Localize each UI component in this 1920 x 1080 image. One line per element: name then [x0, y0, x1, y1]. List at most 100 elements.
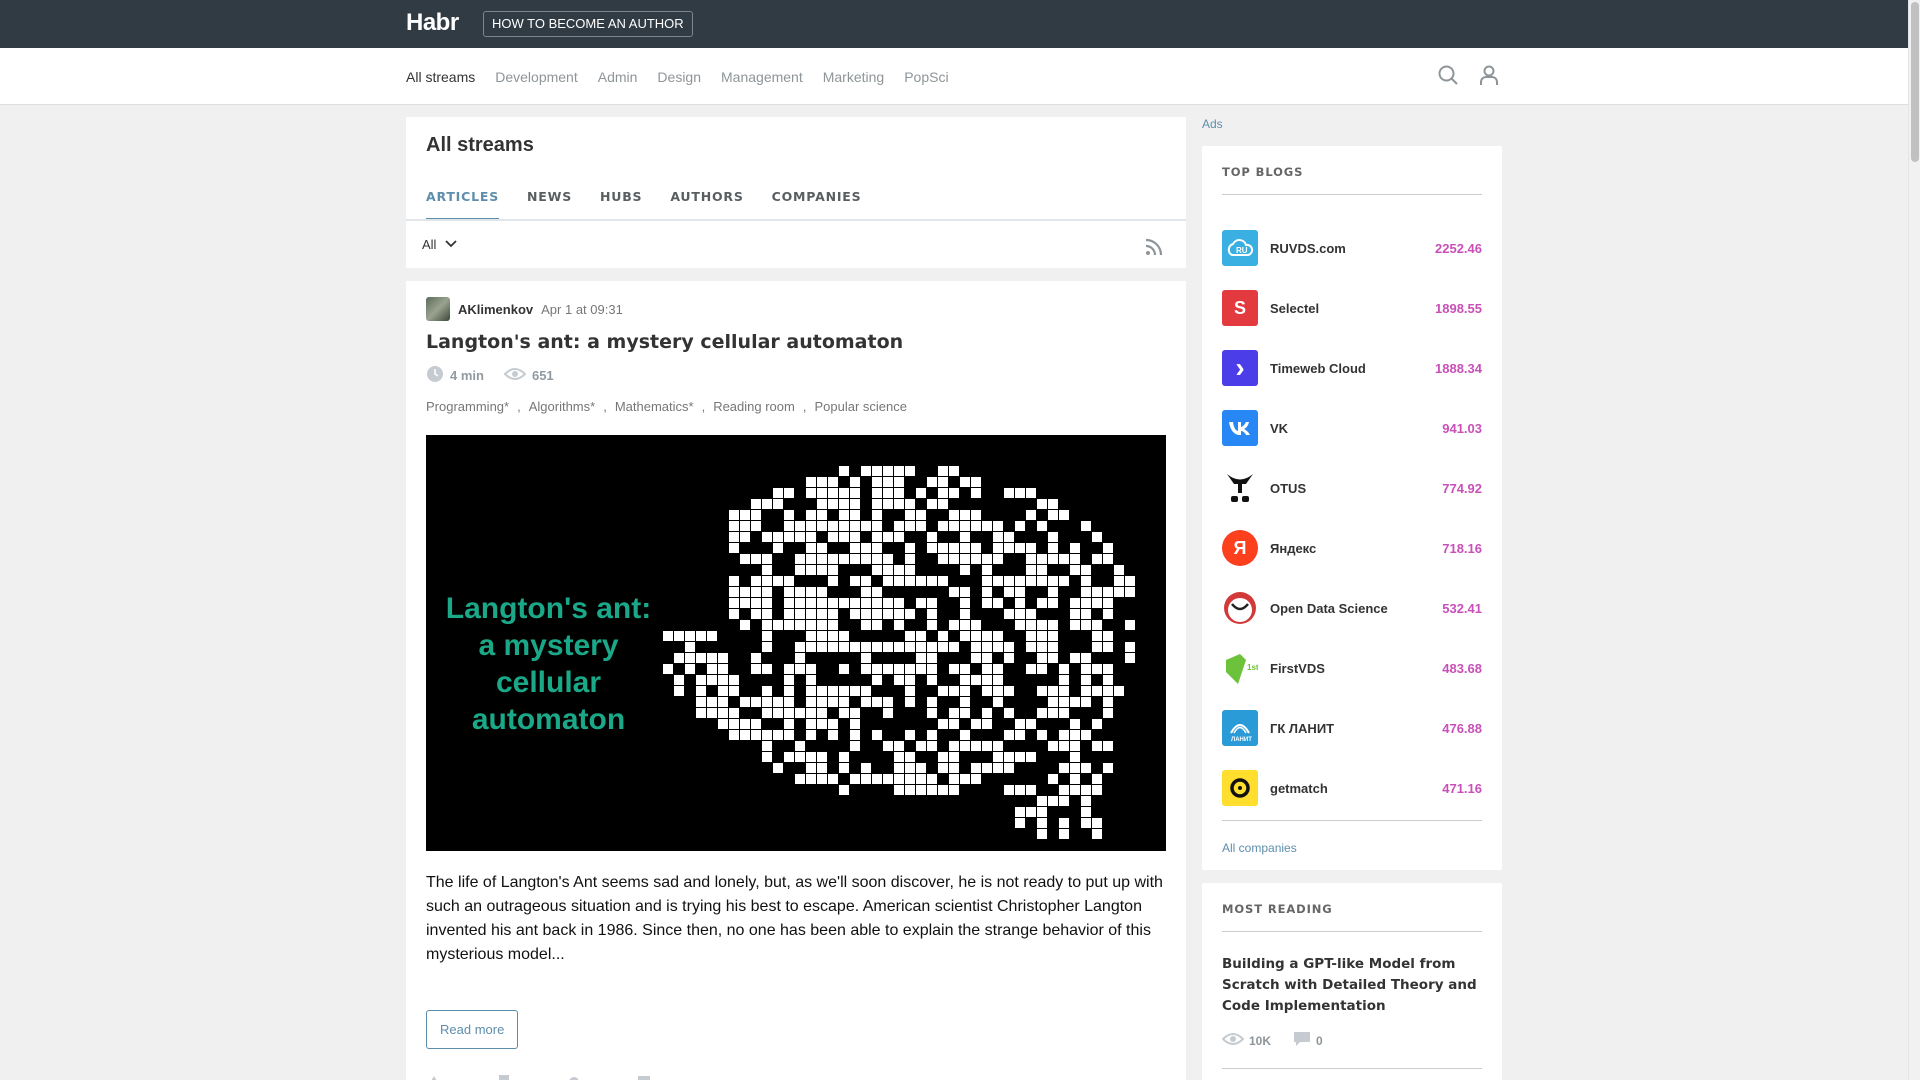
most-reading-stats: 10K 0: [1221, 1031, 1323, 1050]
company-name[interactable]: ГК ЛАНИТ: [1270, 721, 1442, 736]
nav-item-popsci[interactable]: PopSci: [904, 69, 948, 85]
become-author-button[interactable]: HOW TO BECOME AN AUTHOR: [483, 11, 693, 37]
tab-articles[interactable]: ARTICLES: [426, 189, 499, 220]
company-name[interactable]: Яндекс: [1270, 541, 1442, 556]
top-blogs-list: RU RUVDS.com 2252.46 S Selectel 1898.55 › Timew…: [1222, 218, 1482, 818]
svg-text:1st: 1st: [1247, 663, 1258, 672]
article-footer: [426, 1074, 652, 1080]
company-name[interactable]: getmatch: [1270, 781, 1442, 796]
divider: [1222, 194, 1482, 195]
company-name[interactable]: Open Data Science: [1270, 601, 1442, 616]
article-excerpt: The life of Langton's Ant seems sad and …: [426, 874, 1163, 963]
article-stats: 4 min 651: [426, 365, 554, 386]
company-name[interactable]: RUVDS.com: [1270, 241, 1435, 256]
views: 651: [503, 366, 554, 385]
read-time: 4 min: [426, 365, 484, 386]
company-logo-icon: [1222, 590, 1258, 626]
ads-label[interactable]: Ads: [1202, 117, 1223, 131]
nav-item-admin[interactable]: Admin: [598, 69, 638, 85]
company-name[interactable]: Selectel: [1270, 301, 1435, 316]
company-logo-icon: S: [1222, 290, 1258, 326]
filter-label: All: [422, 237, 437, 252]
eye-icon: [1221, 1031, 1245, 1050]
article-hubs: Programming*, Algorithms*, Mathematics*,…: [426, 399, 907, 414]
share-icon[interactable]: [566, 1074, 582, 1080]
top-blog-item[interactable]: RU RUVDS.com 2252.46: [1222, 218, 1482, 278]
hub-link[interactable]: Reading room: [713, 399, 795, 414]
top-blog-item[interactable]: › Timeweb Cloud 1888.34: [1222, 338, 1482, 398]
nav-streams: All streams Development Admin Design Man…: [406, 48, 949, 105]
hub-link[interactable]: Programming*: [426, 399, 509, 414]
company-rating: 476.88: [1442, 720, 1482, 736]
top-blog-item[interactable]: VK 941.03: [1222, 398, 1482, 458]
company-rating: 483.68: [1442, 660, 1482, 676]
nav-item-marketing[interactable]: Marketing: [823, 69, 884, 85]
user-icon[interactable]: [1477, 63, 1501, 87]
hub-link[interactable]: Popular science: [814, 399, 907, 414]
company-logo-icon: ЛАНИТ: [1222, 710, 1258, 746]
company-rating: 532.41: [1442, 600, 1482, 616]
top-blog-item[interactable]: Open Data Science 532.41: [1222, 578, 1482, 638]
nav-item-development[interactable]: Development: [495, 69, 578, 85]
article-title[interactable]: Langton's ant: a mystery cellular automa…: [426, 331, 903, 353]
article-cover-image[interactable]: Langton's ant: a mystery cellular automaton: [426, 435, 1166, 851]
company-name[interactable]: FirstVDS: [1270, 661, 1442, 676]
divider: [1222, 820, 1482, 821]
hub-link[interactable]: Mathematics*: [615, 399, 694, 414]
tab-news[interactable]: NEWS: [527, 189, 572, 220]
company-name[interactable]: VK: [1270, 421, 1442, 436]
top-blogs-card: TOP BLOGS RU RUVDS.com 2252.46 S Selectel 189…: [1202, 146, 1502, 870]
nav-item-all-streams[interactable]: All streams: [406, 69, 475, 85]
company-logo-icon: RU: [1222, 230, 1258, 266]
search-icon[interactable]: [1436, 63, 1460, 87]
rating-icon[interactable]: [426, 1074, 442, 1080]
most-reading-article-title[interactable]: Building a GPT-like Model from Scratch w…: [1222, 954, 1484, 1017]
company-rating: 941.03: [1442, 420, 1482, 436]
nav-item-design[interactable]: Design: [657, 69, 701, 85]
comments-icon[interactable]: [636, 1074, 652, 1080]
views: 10K: [1221, 1031, 1271, 1050]
top-blog-item[interactable]: getmatch 471.16: [1222, 758, 1482, 818]
article-meta: AKlimenkov Apr 1 at 09:31: [426, 297, 623, 321]
top-blogs-title: TOP BLOGS: [1222, 165, 1304, 179]
top-blog-item[interactable]: OTUS 774.92: [1222, 458, 1482, 518]
top-blog-item[interactable]: ЛАНИТ ГК ЛАНИТ 476.88: [1222, 698, 1482, 758]
top-blog-item[interactable]: 1st FirstVDS 483.68: [1222, 638, 1482, 698]
page-scrollbar[interactable]: [1908, 0, 1920, 1080]
hub-link[interactable]: Algorithms*: [529, 399, 595, 414]
filter-dropdown[interactable]: All: [422, 237, 458, 252]
comments[interactable]: 0: [1293, 1031, 1323, 1050]
read-more-button[interactable]: Read more: [426, 1010, 519, 1049]
tabs-divider: [406, 219, 1186, 221]
divider: [1222, 931, 1482, 932]
all-companies-link[interactable]: All companies: [1222, 841, 1297, 855]
company-logo-icon: 1st: [1222, 650, 1258, 686]
chevron-down-icon: [444, 237, 458, 252]
top-bar: Habr HOW TO BECOME AN AUTHOR: [0, 0, 1908, 48]
read-time-value: 4 min: [450, 368, 484, 383]
svg-text:ЛАНИТ: ЛАНИТ: [1231, 737, 1252, 743]
nav-item-management[interactable]: Management: [721, 69, 803, 85]
scrollbar-thumb[interactable]: [1911, 2, 1919, 162]
clock-icon: [426, 365, 444, 386]
top-blog-item[interactable]: S Selectel 1898.55: [1222, 278, 1482, 338]
company-logo-icon: [1222, 770, 1258, 806]
eye-icon: [503, 366, 527, 385]
bookmark-icon[interactable]: [496, 1074, 512, 1080]
comment-icon: [1293, 1031, 1311, 1050]
tab-hubs[interactable]: HUBS: [600, 189, 642, 220]
tab-authors[interactable]: AUTHORS: [670, 189, 743, 220]
habr-logo[interactable]: Habr: [406, 9, 459, 37]
company-rating: 718.16: [1442, 540, 1482, 556]
company-name[interactable]: Timeweb Cloud: [1270, 361, 1435, 376]
nav-bar: All streams Development Admin Design Man…: [0, 48, 1908, 105]
company-name[interactable]: OTUS: [1270, 481, 1442, 496]
tab-companies[interactable]: COMPANIES: [772, 189, 862, 220]
author-link[interactable]: AKlimenkov: [458, 302, 533, 317]
company-rating: 1898.55: [1435, 300, 1482, 316]
avatar[interactable]: [426, 297, 450, 321]
streams-header: All streams ARTICLES NEWS HUBS AUTHORS C…: [406, 117, 1186, 268]
rss-icon[interactable]: [1144, 237, 1164, 257]
divider: [1222, 1068, 1482, 1069]
top-blog-item[interactable]: Я Яндекс 718.16: [1222, 518, 1482, 578]
